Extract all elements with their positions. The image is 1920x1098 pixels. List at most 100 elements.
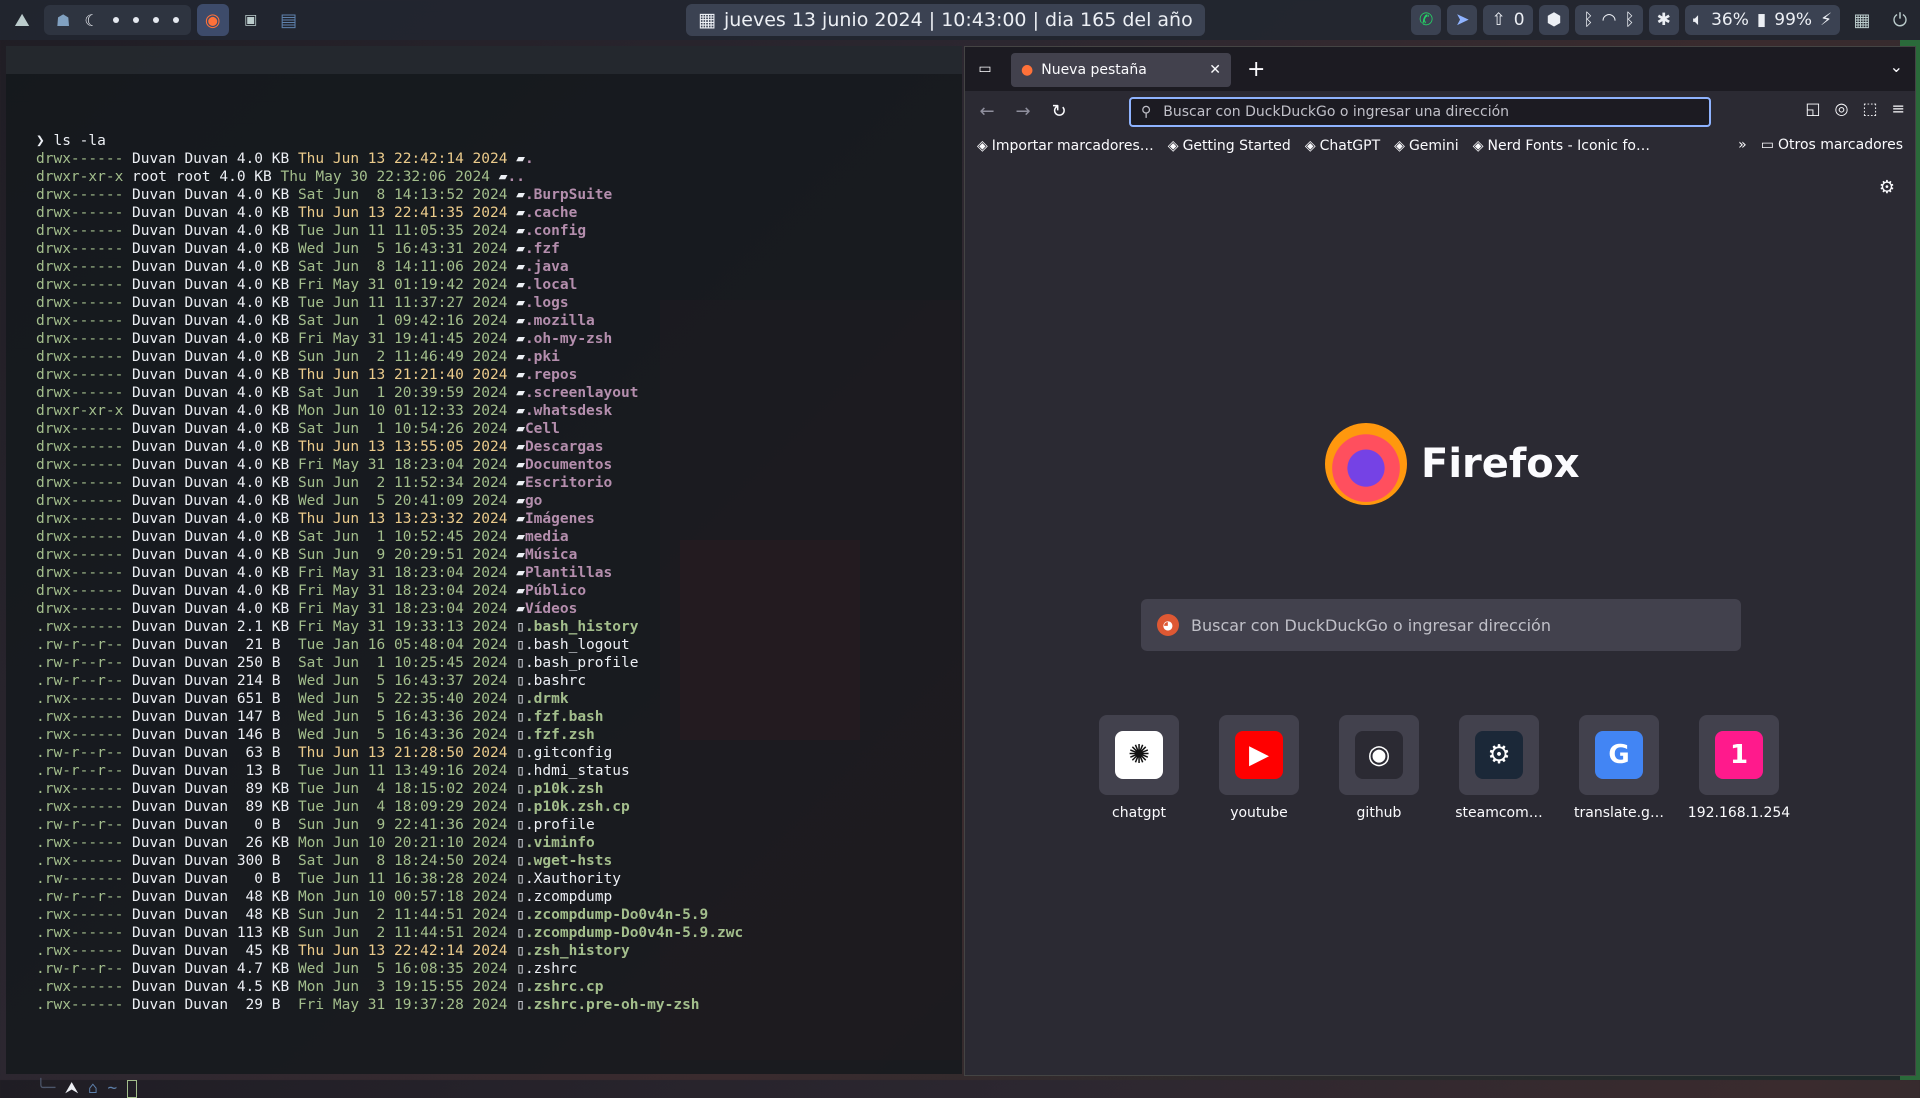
shield-tray[interactable]: ⬢ (1538, 5, 1570, 35)
folder-icon: ▰ (516, 565, 525, 581)
permissions: .rw-r--r-- (36, 961, 124, 977)
file-name: Imágenes (524, 511, 595, 527)
power-icon[interactable]: ⏻ (1884, 4, 1916, 36)
menu-icon[interactable]: ≡ (1892, 99, 1905, 118)
bookmark-item[interactable]: ◈ Gemini (1394, 138, 1459, 154)
file-icon: ▯ (516, 781, 525, 797)
modified-date: Sun Jun 9 22:41:36 2024 (297, 817, 508, 833)
new-tab-button[interactable]: + (1247, 57, 1265, 82)
terminal-window[interactable]: ❯ ls -la drwx------ Duvan Duvan 4.0 KB T… (6, 46, 962, 1098)
owner: Duvan (132, 403, 176, 419)
ls-row: drwx------ Duvan Duvan 4.0 KB Thu Jun 13… (36, 150, 743, 168)
bookmark-item[interactable]: ◈ Nerd Fonts - Iconic fo… (1473, 138, 1650, 154)
tab-title: Nueva pestaña (1041, 62, 1147, 78)
owner: Duvan (132, 565, 176, 581)
ghost-icon: ☗ (56, 10, 71, 30)
bookmark-item[interactable]: ◈ Getting Started (1168, 138, 1291, 154)
file-name: Música (524, 547, 578, 563)
tab-new-tab[interactable]: ● Nueva pestaña ✕ (1011, 53, 1231, 87)
document-taskbar-icon[interactable]: ▤ (273, 4, 305, 36)
tile-box[interactable]: 1 (1699, 715, 1779, 795)
bookmark-item[interactable]: ◈ ChatGPT (1305, 138, 1380, 154)
firefox-taskbar-icon[interactable]: ◉ (196, 4, 229, 36)
workspace-dot[interactable] (132, 17, 139, 23)
group: Duvan (184, 349, 229, 365)
top-site-tile[interactable]: ✺ chatgpt (1099, 715, 1179, 821)
search-box[interactable]: ◕ Buscar con DuckDuckGo o ingresar direc… (1141, 599, 1741, 651)
whatsapp-tray[interactable]: ✆ (1410, 5, 1442, 35)
close-tab-icon[interactable]: ✕ (1209, 62, 1221, 78)
permissions: .rw-r--r-- (36, 889, 124, 905)
modified-date: Tue Jun 11 11:05:35 2024 (297, 223, 508, 239)
file-size: 4.0 KB (236, 385, 290, 401)
telegram-tray[interactable]: ➤ (1447, 5, 1478, 35)
status-tray[interactable]: 🔈︎ 36% ▮ 99% ⚡ (1684, 5, 1840, 35)
owner: Duvan (132, 349, 176, 365)
owner: Duvan (132, 781, 176, 797)
top-site-tile[interactable]: ⚙ steamcom… (1455, 715, 1543, 821)
back-icon[interactable]: ← (975, 99, 999, 123)
search-icon: ⚲ (1141, 104, 1152, 120)
folder-icon: ▰ (516, 493, 525, 509)
workspace-switcher[interactable]: ☗ ☾ (44, 5, 191, 35)
workspace-dot[interactable] (152, 17, 159, 23)
tile-box[interactable]: G (1579, 715, 1659, 795)
extensions-icon[interactable]: ⬚ (1862, 99, 1877, 118)
chevron-double-icon[interactable]: » (1738, 137, 1747, 153)
reload-icon[interactable]: ↻ (1047, 99, 1071, 123)
settings-tray[interactable]: ✱ (1648, 5, 1679, 35)
updates-tray[interactable]: ⇧ 0 (1483, 5, 1533, 35)
workspace-dot[interactable] (112, 17, 119, 23)
folder-icon: ▰ (516, 187, 525, 203)
tile-box[interactable]: ⚙ (1459, 715, 1539, 795)
tab-menu-chevron-icon[interactable]: ⌄ (1890, 57, 1903, 76)
url-bar[interactable]: ⚲ Buscar con DuckDuckGo o ingresar una d… (1129, 97, 1711, 127)
ls-row: .rw------- Duvan Duvan 0 B Tue Jun 11 16… (36, 870, 743, 888)
pocket-icon[interactable]: ◱ (1805, 99, 1820, 118)
top-site-tile[interactable]: ▶ youtube (1219, 715, 1299, 821)
ls-row: .rwx------ Duvan Duvan 300 B Sat Jun 8 1… (36, 852, 743, 870)
file-size: 0 B (236, 871, 290, 887)
file-name: Plantillas (524, 565, 613, 581)
forward-icon[interactable]: → (1011, 99, 1035, 123)
gear-icon[interactable]: ⚙ (1879, 177, 1895, 198)
file-name: .config (524, 223, 587, 239)
arch-logo-icon[interactable]: ⛰ (6, 4, 38, 36)
ls-row: .rwx------ Duvan Duvan 29 B Fri May 31 1… (36, 996, 743, 1014)
other-bookmarks[interactable]: ▭ Otros marcadores (1761, 137, 1903, 153)
firefox-window: ▭ ● Nueva pestaña ✕ + ⌄ ← → ↻ ⚲ Buscar c… (964, 46, 1916, 1076)
tab-list-button[interactable]: ▭ (973, 57, 997, 81)
tile-box[interactable]: ▶ (1219, 715, 1299, 795)
group: Duvan (184, 601, 229, 617)
file-name: .gitconfig (524, 745, 613, 761)
file-icon: ▯ (516, 835, 525, 851)
modified-date: Tue Jan 16 05:48:04 2024 (297, 637, 508, 653)
top-site-tile[interactable]: 1 192.168.1.254 (1688, 715, 1790, 821)
layout-icon[interactable]: ▦ (1846, 4, 1878, 36)
file-size: 45 KB (236, 943, 290, 959)
permissions: .rw-r--r-- (36, 673, 124, 689)
modified-date: Mon Jun 10 01:12:33 2024 (297, 403, 508, 419)
clock-widget[interactable]: ▦ jueves 13 junio 2024 | 10:43:00 | dia … (686, 4, 1205, 36)
permissions: .rw-r--r-- (36, 637, 124, 653)
owner: Duvan (132, 223, 176, 239)
terminal-taskbar-icon[interactable]: ▣ (235, 4, 267, 36)
file-size: 0 B (236, 817, 290, 833)
terminal-prompt[interactable]: ╰─ ⮝ ⌂ ~ (36, 1078, 137, 1098)
workspace-dot[interactable] (172, 17, 179, 23)
network-tray[interactable]: ᛒ ◠ ᛒ (1575, 5, 1643, 35)
account-icon[interactable]: ◎ (1835, 99, 1849, 118)
top-site-tile[interactable]: Gtranslate.g… (1574, 715, 1664, 821)
file-size: 4.0 KB (236, 367, 290, 383)
tile-box[interactable]: ✺ (1099, 715, 1179, 795)
top-site-tile[interactable]: ◉ github (1339, 715, 1419, 821)
ls-row: drwx------ Duvan Duvan 4.0 KB Sat Jun 1 … (36, 528, 743, 546)
group: Duvan (184, 457, 229, 473)
bookmark-label: ChatGPT (1319, 138, 1381, 154)
file-size: 4.0 KB (236, 457, 290, 473)
file-name: .mozilla (524, 313, 595, 329)
ls-row: drwx------ Duvan Duvan 4.0 KB Sun Jun 2 … (36, 474, 743, 492)
bookmark-item[interactable]: ◈ Importar marcadores… (977, 138, 1154, 154)
tile-box[interactable]: ◉ (1339, 715, 1419, 795)
owner: Duvan (132, 691, 176, 707)
